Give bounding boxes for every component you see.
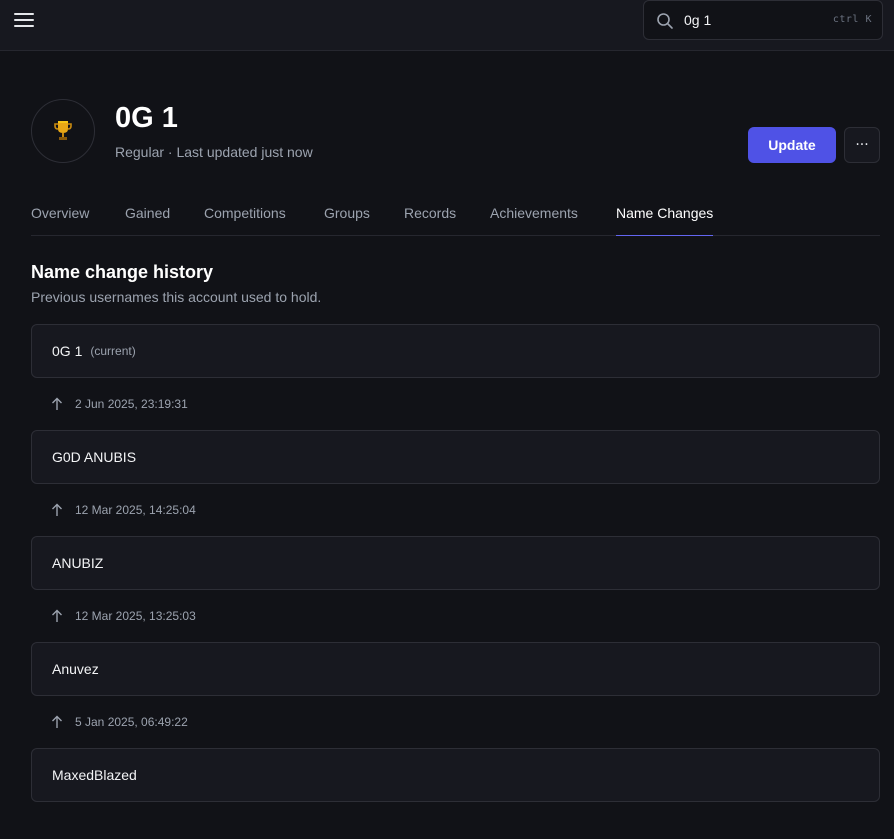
search-shortcut: ctrl K [832, 14, 872, 25]
username: MaxedBlazed [52, 767, 137, 783]
name-change-date: 5 Jan 2025, 06:49:22 [51, 712, 188, 732]
name-change-date: 2 Jun 2025, 23:19:31 [51, 394, 188, 414]
username: ANUBIZ [52, 555, 104, 571]
list-item: MaxedBlazed [31, 748, 880, 802]
tab-gained[interactable]: Gained [125, 198, 170, 236]
username: Anuvez [52, 661, 99, 677]
player-type: Regular [115, 144, 165, 160]
tab-achievements[interactable]: Achievements [490, 198, 578, 236]
update-button[interactable]: Update [748, 127, 836, 163]
search-input[interactable] [684, 9, 824, 31]
name-change-date: 12 Mar 2025, 14:25:04 [51, 500, 196, 520]
last-updated: Last updated just now [176, 144, 313, 160]
list-item: 0G 1 (current) [31, 324, 880, 378]
change-timestamp: 12 Mar 2025, 14:25:04 [75, 503, 196, 517]
more-options-button[interactable]: ··· [844, 127, 880, 163]
tab-name-changes[interactable]: Name Changes [616, 198, 714, 236]
list-item: ANUBIZ [31, 536, 880, 590]
tab-competitions[interactable]: Competitions [204, 198, 286, 236]
change-timestamp: 5 Jan 2025, 06:49:22 [75, 715, 188, 729]
username: G0D ANUBIS [52, 449, 137, 465]
tab-bar: Overview Gained Competitions Groups Reco… [31, 198, 880, 236]
player-meta: Regular · Last updated just now [115, 143, 313, 161]
arrow-up-icon [52, 715, 62, 728]
meta-separator: · [167, 144, 173, 160]
tab-records[interactable]: Records [404, 198, 456, 236]
section-title: Name change history [31, 262, 214, 282]
arrow-up-icon [52, 609, 62, 622]
tab-overview[interactable]: Overview [31, 198, 89, 236]
arrow-up-icon [52, 397, 62, 410]
search-box[interactable]: ctrl K [643, 0, 883, 40]
arrow-up-icon [52, 503, 62, 516]
avatar [31, 99, 95, 163]
trophy-icon [54, 121, 72, 140]
change-timestamp: 2 Jun 2025, 23:19:31 [75, 397, 188, 411]
tab-groups[interactable]: Groups [324, 198, 370, 236]
name-change-date: 12 Mar 2025, 13:25:03 [51, 606, 196, 626]
page-title: 0G 1 [115, 102, 178, 134]
top-bar: ctrl K [0, 0, 894, 51]
change-timestamp: 12 Mar 2025, 13:25:03 [75, 609, 196, 623]
list-item: Anuvez [31, 642, 880, 696]
menu-icon[interactable] [12, 9, 36, 31]
current-tag: (current) [90, 344, 136, 358]
username: 0G 1 [52, 343, 83, 359]
list-item: G0D ANUBIS [31, 430, 880, 484]
search-icon [657, 13, 673, 29]
section-description: Previous usernames this account used to … [31, 289, 322, 305]
